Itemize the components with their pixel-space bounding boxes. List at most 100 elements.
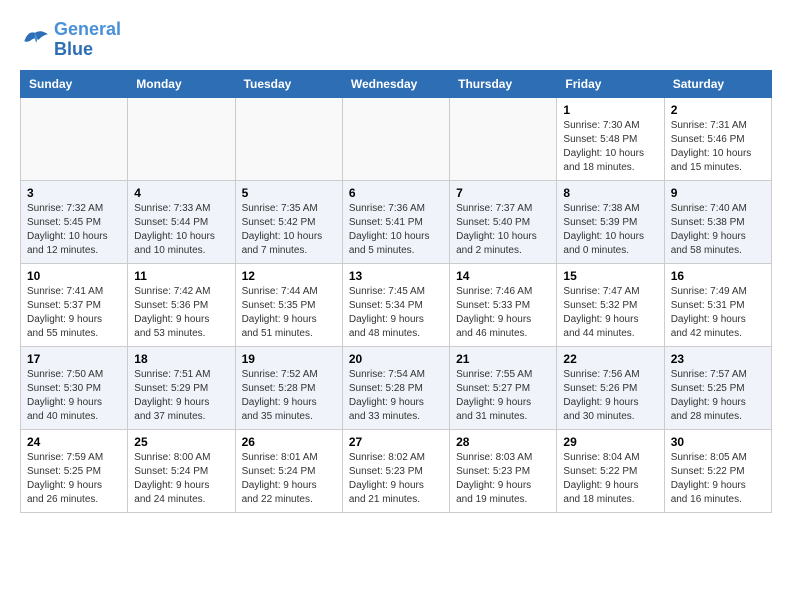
day-info: Sunrise: 7:41 AM Sunset: 5:37 PM Dayligh… bbox=[27, 285, 121, 341]
page-header: General Blue bbox=[20, 20, 772, 60]
day-number: 13 bbox=[349, 269, 443, 283]
calendar-cell: 7 Sunrise: 7:37 AM Sunset: 5:40 PM Daylig… bbox=[450, 180, 557, 263]
day-number: 28 bbox=[456, 435, 550, 449]
day-number: 22 bbox=[563, 352, 657, 366]
day-info: Sunrise: 7:57 AM Sunset: 5:25 PM Dayligh… bbox=[671, 368, 765, 424]
day-number: 7 bbox=[456, 186, 550, 200]
day-info: Sunrise: 7:35 AM Sunset: 5:42 PM Dayligh… bbox=[242, 202, 336, 258]
logo: General Blue bbox=[20, 20, 121, 60]
day-info: Sunrise: 7:55 AM Sunset: 5:27 PM Dayligh… bbox=[456, 368, 550, 424]
calendar-cell: 29 Sunrise: 8:04 AM Sunset: 5:22 PM Dayli… bbox=[557, 429, 664, 512]
day-info: Sunrise: 8:01 AM Sunset: 5:24 PM Dayligh… bbox=[242, 451, 336, 507]
day-number: 3 bbox=[27, 186, 121, 200]
day-info: Sunrise: 7:31 AM Sunset: 5:46 PM Dayligh… bbox=[671, 119, 765, 175]
day-info: Sunrise: 7:30 AM Sunset: 5:48 PM Dayligh… bbox=[563, 119, 657, 175]
day-info: Sunrise: 7:50 AM Sunset: 5:30 PM Dayligh… bbox=[27, 368, 121, 424]
calendar-cell: 9 Sunrise: 7:40 AM Sunset: 5:38 PM Daylig… bbox=[664, 180, 771, 263]
day-info: Sunrise: 8:02 AM Sunset: 5:23 PM Dayligh… bbox=[349, 451, 443, 507]
week-row-4: 17 Sunrise: 7:50 AM Sunset: 5:30 PM Dayli… bbox=[21, 346, 772, 429]
day-info: Sunrise: 7:36 AM Sunset: 5:41 PM Dayligh… bbox=[349, 202, 443, 258]
logo-bird-icon bbox=[20, 27, 50, 52]
day-info: Sunrise: 7:56 AM Sunset: 5:26 PM Dayligh… bbox=[563, 368, 657, 424]
week-row-1: 1 Sunrise: 7:30 AM Sunset: 5:48 PM Daylig… bbox=[21, 97, 772, 180]
day-number: 4 bbox=[134, 186, 228, 200]
day-number: 26 bbox=[242, 435, 336, 449]
day-info: Sunrise: 7:45 AM Sunset: 5:34 PM Dayligh… bbox=[349, 285, 443, 341]
day-number: 6 bbox=[349, 186, 443, 200]
day-number: 12 bbox=[242, 269, 336, 283]
day-number: 11 bbox=[134, 269, 228, 283]
day-number: 17 bbox=[27, 352, 121, 366]
calendar-cell: 4 Sunrise: 7:33 AM Sunset: 5:44 PM Daylig… bbox=[128, 180, 235, 263]
calendar-cell: 8 Sunrise: 7:38 AM Sunset: 5:39 PM Daylig… bbox=[557, 180, 664, 263]
calendar-cell: 20 Sunrise: 7:54 AM Sunset: 5:28 PM Dayli… bbox=[342, 346, 449, 429]
calendar-cell: 26 Sunrise: 8:01 AM Sunset: 5:24 PM Dayli… bbox=[235, 429, 342, 512]
day-number: 2 bbox=[671, 103, 765, 117]
calendar-cell: 5Sunrise: 7:35 AM Sunset: 5:42 PM Daylig… bbox=[235, 180, 342, 263]
day-info: Sunrise: 7:33 AM Sunset: 5:44 PM Dayligh… bbox=[134, 202, 228, 258]
calendar-cell: 19Sunrise: 7:52 AM Sunset: 5:28 PM Dayli… bbox=[235, 346, 342, 429]
day-number: 23 bbox=[671, 352, 765, 366]
calendar-cell: 23 Sunrise: 7:57 AM Sunset: 5:25 PM Dayli… bbox=[664, 346, 771, 429]
day-info: Sunrise: 8:03 AM Sunset: 5:23 PM Dayligh… bbox=[456, 451, 550, 507]
calendar-cell: 15 Sunrise: 7:47 AM Sunset: 5:32 PM Dayli… bbox=[557, 263, 664, 346]
day-info: Sunrise: 7:44 AM Sunset: 5:35 PM Dayligh… bbox=[242, 285, 336, 341]
day-number: 14 bbox=[456, 269, 550, 283]
day-info: Sunrise: 7:54 AM Sunset: 5:28 PM Dayligh… bbox=[349, 368, 443, 424]
day-number: 21 bbox=[456, 352, 550, 366]
day-info: Sunrise: 7:32 AM Sunset: 5:45 PM Dayligh… bbox=[27, 202, 121, 258]
calendar-cell bbox=[21, 97, 128, 180]
calendar-cell: 25 Sunrise: 8:00 AM Sunset: 5:24 PM Dayli… bbox=[128, 429, 235, 512]
day-number: 10 bbox=[27, 269, 121, 283]
day-info: Sunrise: 7:46 AM Sunset: 5:33 PM Dayligh… bbox=[456, 285, 550, 341]
weekday-header-friday: Friday bbox=[557, 70, 664, 97]
day-number: 29 bbox=[563, 435, 657, 449]
day-number: 24 bbox=[27, 435, 121, 449]
calendar-cell: 18Sunrise: 7:51 AM Sunset: 5:29 PM Dayli… bbox=[128, 346, 235, 429]
calendar-cell: 28 Sunrise: 8:03 AM Sunset: 5:23 PM Dayli… bbox=[450, 429, 557, 512]
day-info: Sunrise: 8:05 AM Sunset: 5:22 PM Dayligh… bbox=[671, 451, 765, 507]
calendar-cell: 3 Sunrise: 7:32 AM Sunset: 5:45 PM Daylig… bbox=[21, 180, 128, 263]
calendar-cell: 11 Sunrise: 7:42 AM Sunset: 5:36 PM Dayli… bbox=[128, 263, 235, 346]
day-info: Sunrise: 7:47 AM Sunset: 5:32 PM Dayligh… bbox=[563, 285, 657, 341]
day-number: 1 bbox=[563, 103, 657, 117]
day-info: Sunrise: 7:38 AM Sunset: 5:39 PM Dayligh… bbox=[563, 202, 657, 258]
calendar-cell: 2 Sunrise: 7:31 AM Sunset: 5:46 PM Daylig… bbox=[664, 97, 771, 180]
calendar-cell: 21 Sunrise: 7:55 AM Sunset: 5:27 PM Dayli… bbox=[450, 346, 557, 429]
calendar-cell bbox=[342, 97, 449, 180]
weekday-header-thursday: Thursday bbox=[450, 70, 557, 97]
day-info: Sunrise: 7:49 AM Sunset: 5:31 PM Dayligh… bbox=[671, 285, 765, 341]
calendar-cell: 16 Sunrise: 7:49 AM Sunset: 5:31 PM Dayli… bbox=[664, 263, 771, 346]
day-number: 25 bbox=[134, 435, 228, 449]
day-number: 30 bbox=[671, 435, 765, 449]
weekday-header-row: SundayMondayTuesdayWednesdayThursdayFrid… bbox=[21, 70, 772, 97]
calendar-cell bbox=[235, 97, 342, 180]
logo-text: General Blue bbox=[54, 20, 121, 60]
day-number: 8 bbox=[563, 186, 657, 200]
week-row-3: 10 Sunrise: 7:41 AM Sunset: 5:37 PM Dayli… bbox=[21, 263, 772, 346]
day-info: Sunrise: 7:37 AM Sunset: 5:40 PM Dayligh… bbox=[456, 202, 550, 258]
calendar-cell: 27 Sunrise: 8:02 AM Sunset: 5:23 PM Dayli… bbox=[342, 429, 449, 512]
day-number: 9 bbox=[671, 186, 765, 200]
day-number: 20 bbox=[349, 352, 443, 366]
day-info: Sunrise: 7:42 AM Sunset: 5:36 PM Dayligh… bbox=[134, 285, 228, 341]
weekday-header-monday: Monday bbox=[128, 70, 235, 97]
weekday-header-wednesday: Wednesday bbox=[342, 70, 449, 97]
day-info: Sunrise: 7:59 AM Sunset: 5:25 PM Dayligh… bbox=[27, 451, 121, 507]
day-info: Sunrise: 7:40 AM Sunset: 5:38 PM Dayligh… bbox=[671, 202, 765, 258]
day-number: 15 bbox=[563, 269, 657, 283]
day-number: 16 bbox=[671, 269, 765, 283]
calendar-cell: 22 Sunrise: 7:56 AM Sunset: 5:26 PM Dayli… bbox=[557, 346, 664, 429]
calendar-table: SundayMondayTuesdayWednesdayThursdayFrid… bbox=[20, 70, 772, 513]
calendar-cell bbox=[128, 97, 235, 180]
calendar-cell: 17 Sunrise: 7:50 AM Sunset: 5:30 PM Dayli… bbox=[21, 346, 128, 429]
day-number: 19 bbox=[242, 352, 336, 366]
calendar-cell bbox=[450, 97, 557, 180]
calendar-cell: 24 Sunrise: 7:59 AM Sunset: 5:25 PM Dayli… bbox=[21, 429, 128, 512]
day-number: 27 bbox=[349, 435, 443, 449]
weekday-header-tuesday: Tuesday bbox=[235, 70, 342, 97]
calendar-cell: 14 Sunrise: 7:46 AM Sunset: 5:33 PM Dayli… bbox=[450, 263, 557, 346]
weekday-header-sunday: Sunday bbox=[21, 70, 128, 97]
day-info: Sunrise: 8:04 AM Sunset: 5:22 PM Dayligh… bbox=[563, 451, 657, 507]
day-info: Sunrise: 8:00 AM Sunset: 5:24 PM Dayligh… bbox=[134, 451, 228, 507]
